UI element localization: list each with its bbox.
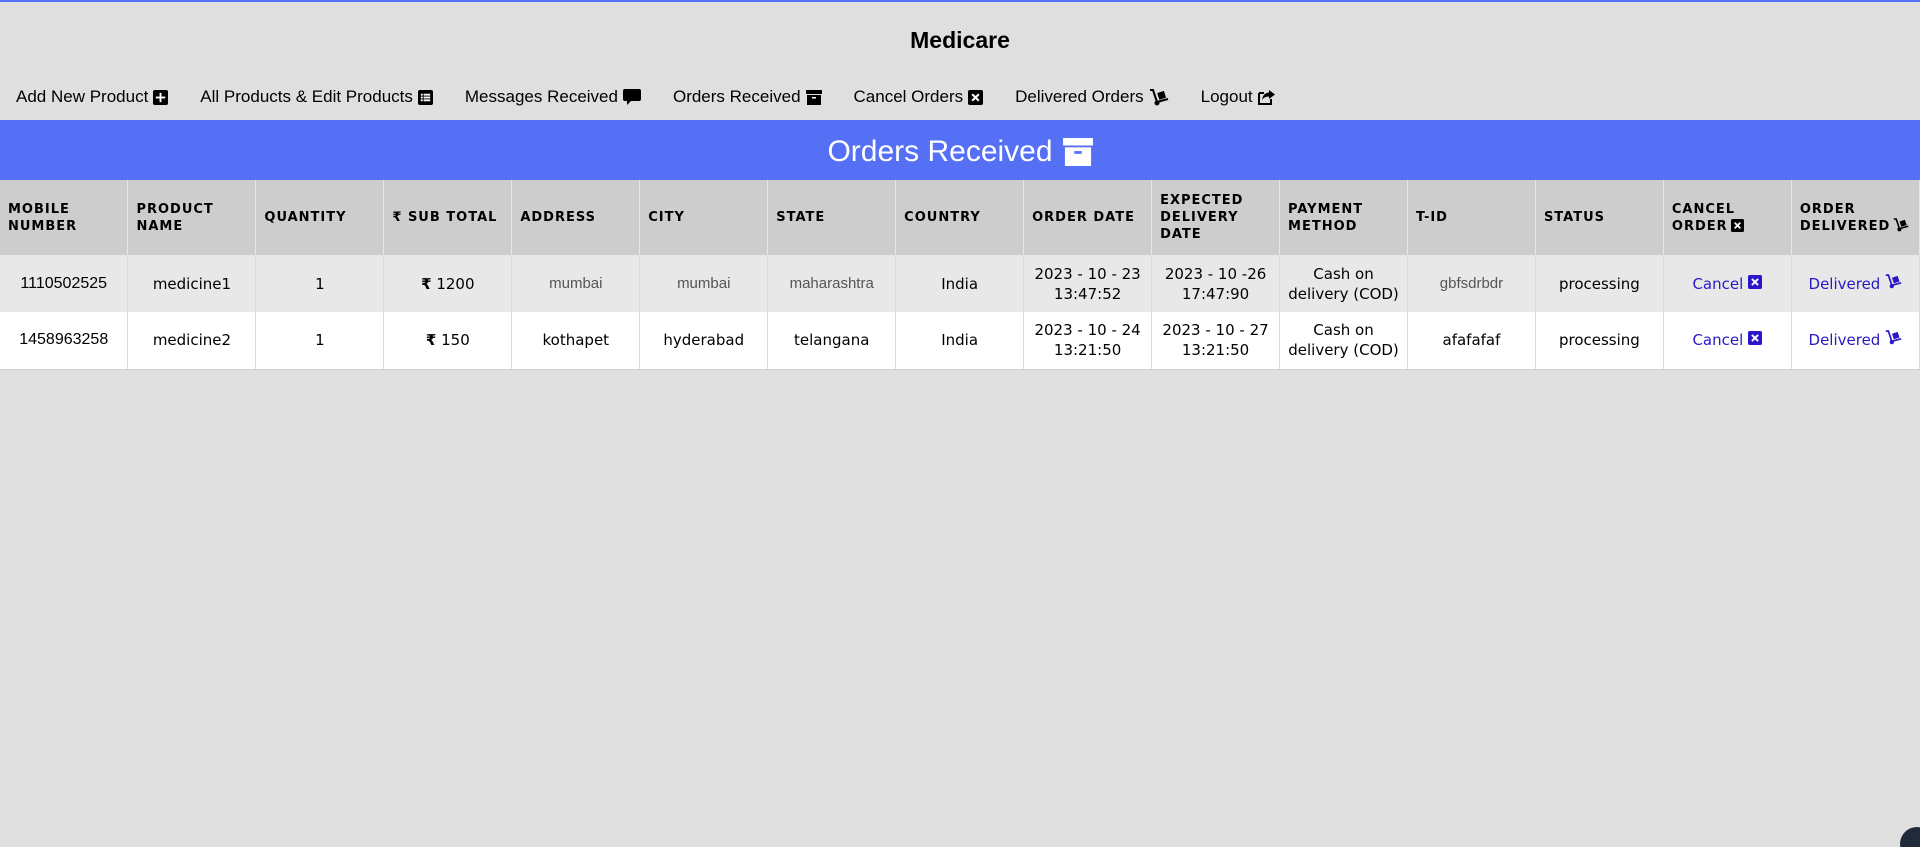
cell-city: hyderabad	[639, 312, 769, 370]
cancel-order-link[interactable]: Cancel	[1692, 274, 1763, 294]
archive-icon	[1062, 138, 1093, 166]
cell-product: medicine1	[127, 255, 257, 312]
header-cancel-order-label: Cancel Order	[1671, 201, 1736, 234]
header-sub-total: ₹ Sub Total	[383, 180, 513, 255]
brand-title: Medicare	[910, 27, 1010, 53]
dolly-icon	[1885, 273, 1902, 294]
nav-label: Add New Product	[16, 87, 149, 106]
cell-address: mumbai	[511, 255, 641, 312]
cell-product: medicine2	[127, 312, 257, 370]
cell-cancel: Cancel	[1663, 312, 1792, 370]
nav-label: Logout	[1200, 87, 1253, 106]
cell-status: processing	[1535, 312, 1664, 370]
times-square-icon	[968, 89, 984, 105]
cell-order-date: 2023 - 10 - 24 13:21:50	[1023, 312, 1153, 370]
header-expected-delivery-date: Expected Delivery Date	[1151, 180, 1281, 255]
list-alt-icon	[417, 89, 433, 105]
nav-logout[interactable]: Logout	[1201, 87, 1276, 107]
plus-square-icon	[153, 89, 169, 105]
table-row: 1110502525 medicine1 1 ₹ 1200 mumbai mum…	[0, 255, 1920, 312]
rupee-icon: ₹	[421, 274, 432, 293]
header-order-date: Order Date	[1023, 180, 1153, 255]
dolly-icon	[1149, 88, 1169, 106]
rupee-icon: ₹	[425, 331, 437, 350]
nav-label: Orders Received	[672, 87, 801, 106]
header-product-name: Product Name	[127, 180, 257, 255]
header-address: Address	[511, 180, 641, 255]
share-square-icon	[1257, 89, 1276, 105]
times-square-icon	[1748, 330, 1763, 350]
cell-mobile: 1110502525	[0, 255, 129, 312]
orders-received-banner: Orders Received	[0, 120, 1920, 180]
nav-cancel-orders[interactable]: Cancel Orders	[854, 87, 984, 107]
cancel-label: Cancel	[1692, 274, 1744, 293]
nav-messages-received[interactable]: Messages Received	[465, 87, 641, 107]
header-payment-method: Payment Method	[1279, 180, 1408, 255]
subtotal-value: 150	[441, 331, 470, 350]
admin-nav: Add New Product All Products & Edit Prod…	[0, 74, 1920, 120]
cell-country: India	[895, 255, 1025, 312]
cancel-order-link[interactable]: Cancel	[1692, 330, 1763, 350]
times-square-icon	[1748, 274, 1763, 294]
cell-subtotal: ₹ 150	[383, 312, 513, 370]
delivered-label: Delivered	[1808, 331, 1881, 350]
mark-delivered-link[interactable]: Delivered	[1808, 273, 1903, 294]
cell-tid: afafafaf	[1407, 312, 1536, 370]
mark-delivered-link[interactable]: Delivered	[1809, 330, 1903, 350]
cell-expected-date: 2023 - 10 -26 17:47:90	[1151, 255, 1281, 312]
cell-mobile: 1458963258	[0, 312, 129, 370]
cell-state: maharashtra	[767, 255, 897, 312]
nav-add-new-product[interactable]: Add New Product	[16, 87, 169, 107]
header-quantity: Quantity	[255, 180, 385, 255]
cell-order-date: 2023 - 10 - 23 13:47:52	[1023, 255, 1153, 312]
cell-delivered: Delivered	[1791, 255, 1920, 312]
header-sub-total-label: Sub Total	[407, 210, 498, 225]
cell-delivered: Delivered	[1791, 312, 1920, 370]
comment-icon	[622, 89, 641, 105]
cell-cancel: Cancel	[1663, 255, 1792, 312]
archive-icon	[805, 89, 822, 105]
nav-orders-received[interactable]: Orders Received	[673, 87, 822, 107]
nav-label: All Products & Edit Products	[200, 87, 413, 106]
delivered-label: Delivered	[1808, 274, 1881, 293]
cell-payment-method: Cash on delivery (COD)	[1279, 255, 1408, 312]
cell-country: India	[895, 312, 1025, 370]
cell-quantity: 1	[255, 255, 385, 312]
cell-subtotal: ₹ 1200	[383, 255, 513, 312]
cell-address: kothapet	[511, 312, 641, 370]
dolly-icon	[1885, 330, 1902, 350]
header-mobile-number: Mobile Number	[0, 180, 129, 255]
cell-payment-method: Cash on delivery (COD)	[1279, 312, 1408, 370]
cell-state: telangana	[767, 312, 897, 370]
header-city: City	[639, 180, 769, 255]
header-status: Status	[1535, 180, 1664, 255]
table-row: 1458963258 medicine2 1 ₹ 150 kothapet hy…	[0, 312, 1920, 370]
cell-quantity: 1	[255, 312, 385, 370]
nav-label: Messages Received	[464, 87, 618, 106]
nav-label: Delivered Orders	[1015, 87, 1144, 106]
header-state: State	[767, 180, 897, 255]
scroll-to-top-button[interactable]	[1900, 827, 1920, 847]
header-tid: T-ID	[1407, 180, 1536, 255]
header-order-delivered-label: Order Delivered	[1799, 201, 1891, 234]
cell-tid: gbfsdrbdr	[1407, 255, 1536, 312]
banner-title: Orders Received	[827, 135, 1053, 168]
table-header-row: Mobile Number Product Name Quantity ₹ Su…	[0, 180, 1920, 255]
dolly-icon	[1893, 217, 1909, 232]
header-order-delivered: Order Delivered	[1791, 180, 1920, 255]
nav-all-products[interactable]: All Products & Edit Products	[200, 87, 433, 107]
nav-delivered-orders[interactable]: Delivered Orders	[1015, 87, 1169, 107]
header-country: Country	[895, 180, 1025, 255]
orders-table: Mobile Number Product Name Quantity ₹ Su…	[0, 180, 1920, 370]
times-square-icon	[1730, 218, 1744, 232]
cell-status: processing	[1535, 255, 1664, 312]
header-cancel-order: Cancel Order	[1663, 180, 1792, 255]
cell-city: mumbai	[639, 255, 769, 312]
rupee-icon: ₹	[392, 210, 403, 225]
subtotal-value: 1200	[436, 274, 475, 293]
cell-expected-date: 2023 - 10 - 27 13:21:50	[1151, 312, 1281, 370]
cancel-label: Cancel	[1692, 331, 1744, 350]
nav-label: Cancel Orders	[853, 87, 964, 106]
